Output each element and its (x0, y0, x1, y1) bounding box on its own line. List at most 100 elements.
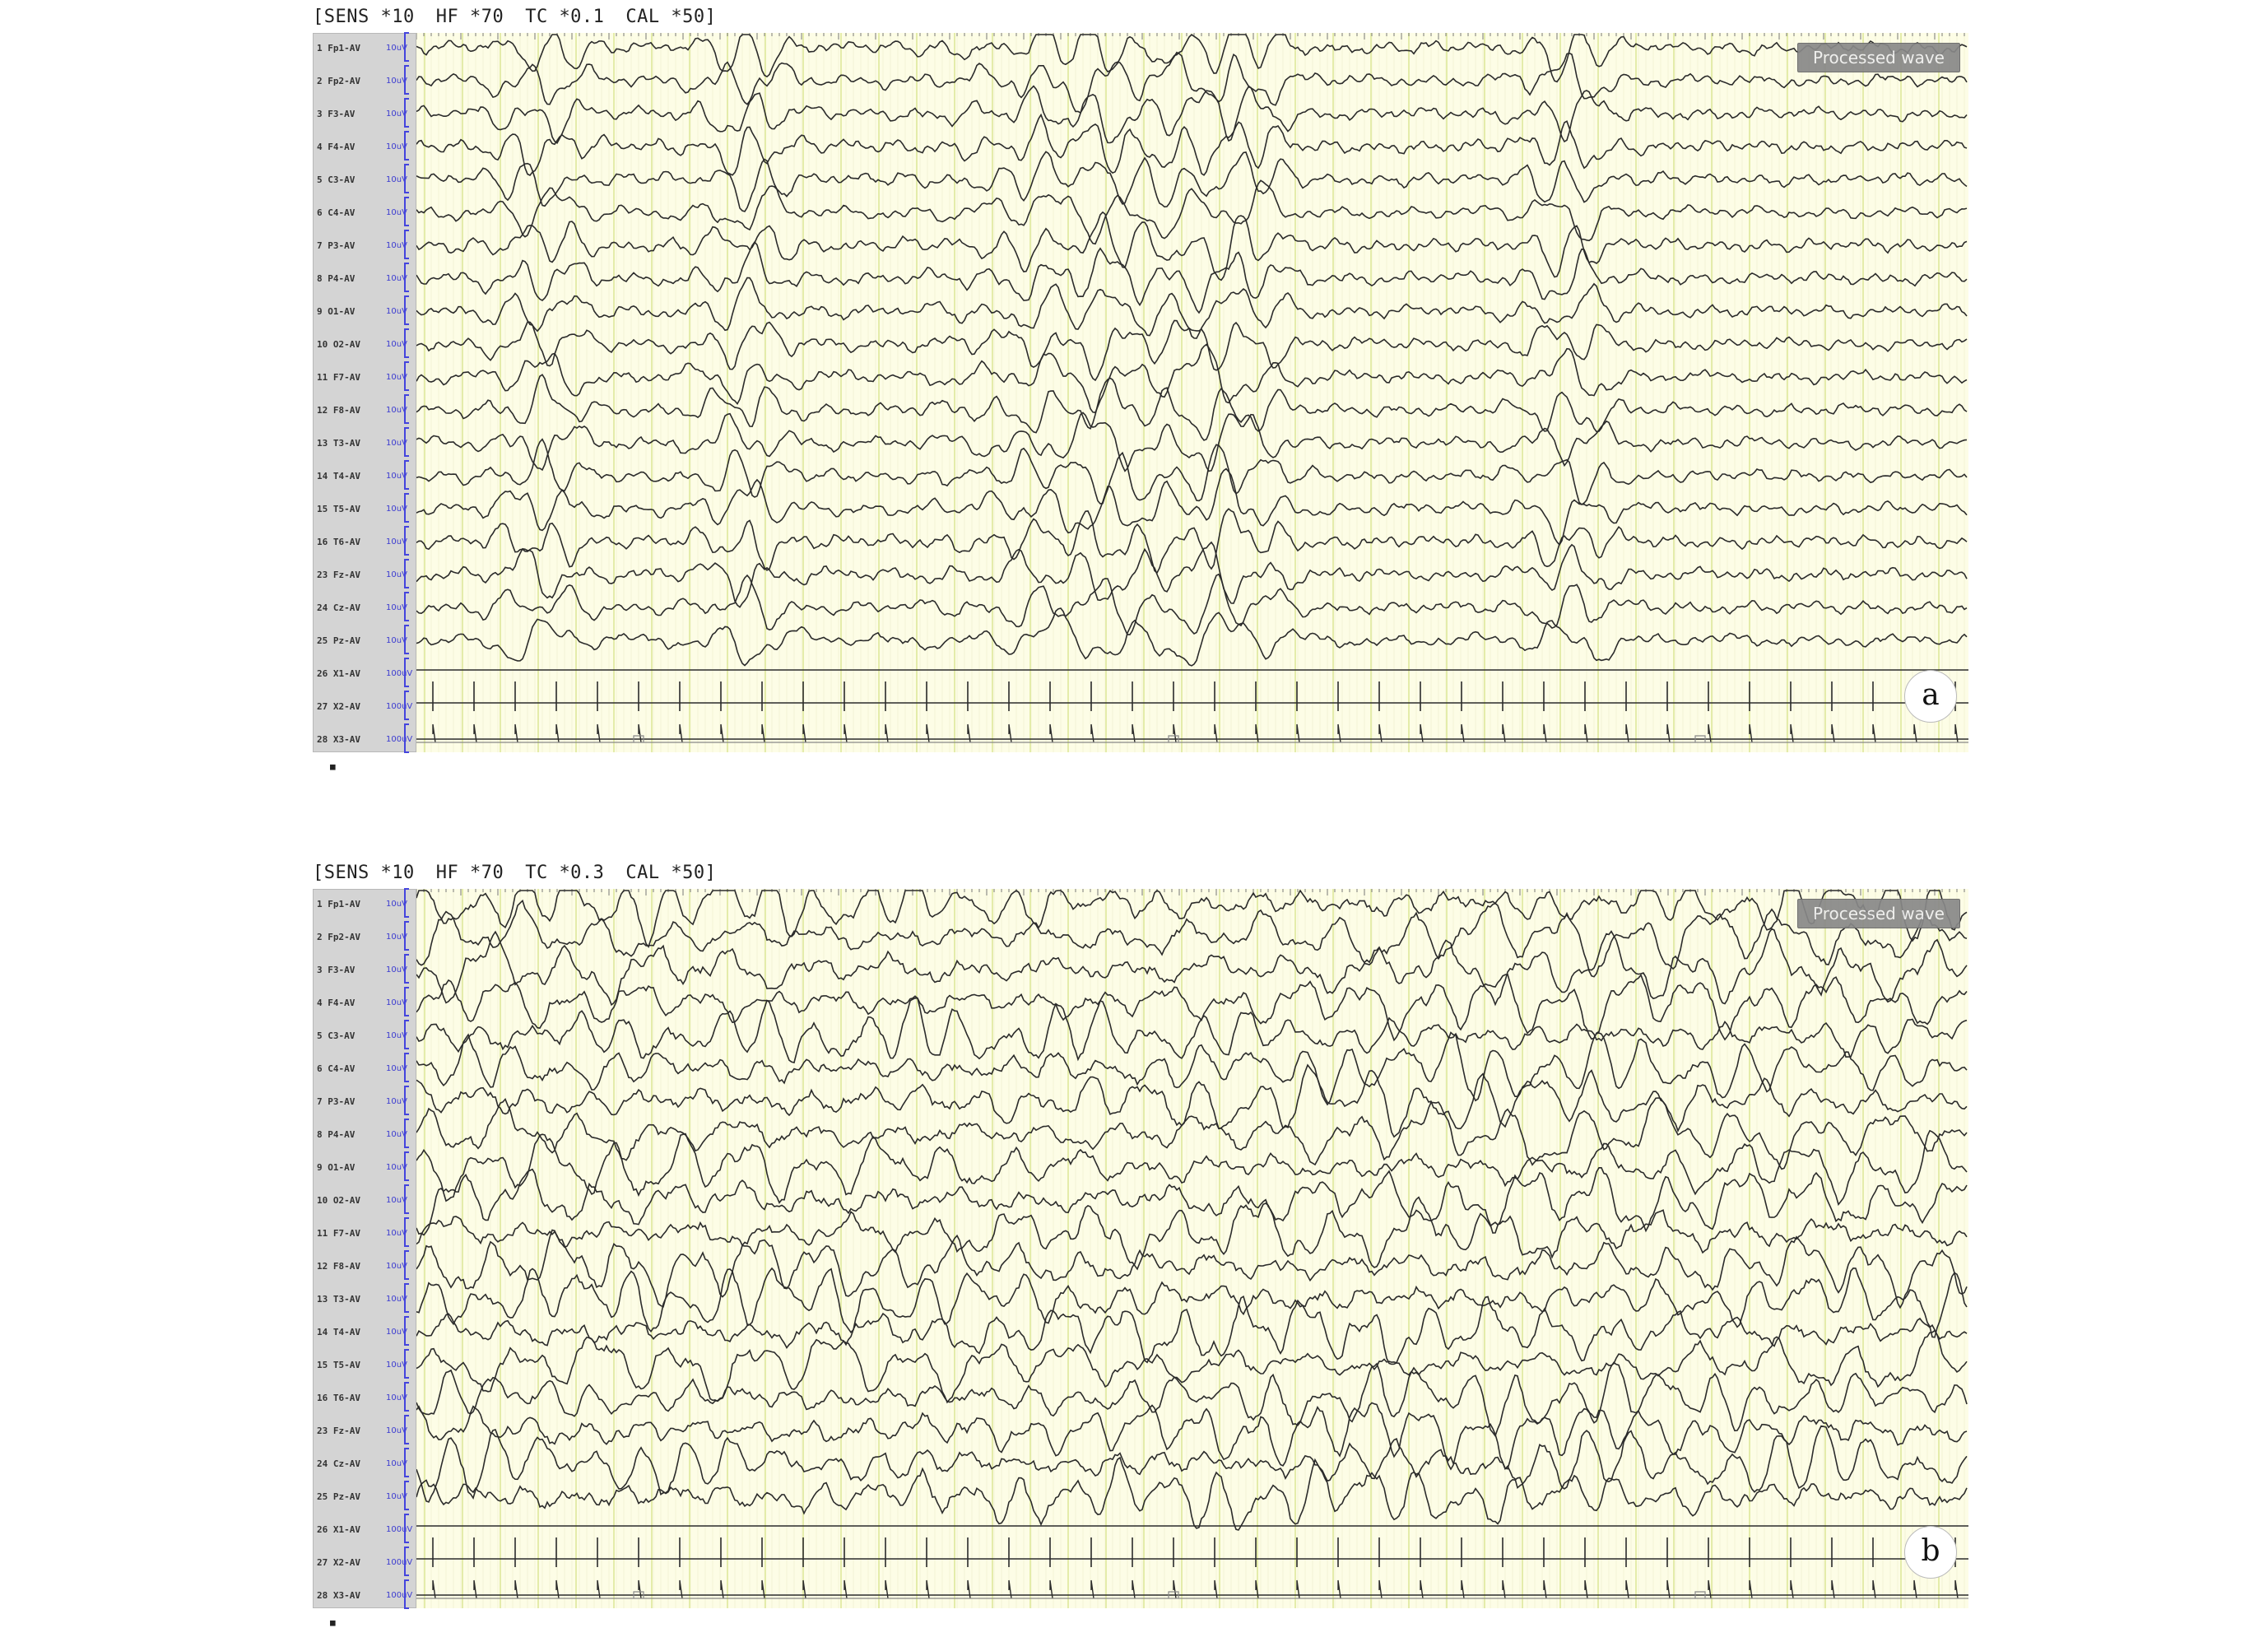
channel-row[interactable]: 1 Fp1-AV 10uV (314, 32, 417, 62)
calibration-bracket-icon (404, 1020, 409, 1049)
channel-row[interactable]: 8 P4-AV 10uV (314, 263, 417, 292)
calibration-bracket-icon (404, 131, 409, 160)
channel-label: 3 F3-AV (317, 109, 356, 119)
channel-row[interactable]: 26 X1-AV 100uV (314, 658, 417, 687)
channel-row[interactable]: 12 F8-AV 10uV (314, 394, 417, 424)
channel-label: 5 C3-AV (317, 174, 356, 185)
channel-row[interactable]: 2 Fp2-AV 10uV (314, 921, 417, 951)
channel-row[interactable]: 9 O1-AV 10uV (314, 295, 417, 325)
channel-label: 28 X3-AV (317, 1590, 360, 1601)
calibration-bracket-icon (404, 1349, 409, 1379)
channel-row[interactable]: 11 F7-AV 10uV (314, 1217, 417, 1247)
cal-setting[interactable]: CAL *50] (625, 7, 716, 27)
channel-row[interactable]: 4 F4-AV 10uV (314, 131, 417, 160)
channel-label: 10 O2-AV (317, 339, 360, 350)
channel-label: 8 P4-AV (317, 273, 356, 284)
calibration-bracket-icon (404, 1086, 409, 1115)
channel-row[interactable]: 14 T4-AV 10uV (314, 460, 417, 490)
calibration-bracket-icon (404, 1415, 409, 1444)
calibration-bracket-icon (404, 921, 409, 951)
channel-row[interactable]: 6 C4-AV 10uV (314, 197, 417, 226)
channel-label: 25 Pz-AV (317, 1491, 360, 1502)
channel-row[interactable]: 5 C3-AV 10uV (314, 1020, 417, 1049)
channel-row[interactable]: 13 T3-AV 10uV (314, 1283, 417, 1313)
recording-settings-bar: [SENS *10 HF *70 TC *0.1 CAL *50] (313, 5, 737, 30)
channel-row[interactable]: 13 T3-AV 10uV (314, 427, 417, 457)
channel-label: 14 T4-AV (317, 1327, 360, 1337)
calibration-bracket-icon (404, 1547, 409, 1576)
cal-setting[interactable]: CAL *50] (625, 863, 716, 883)
channel-label: 24 Cz-AV (317, 602, 360, 613)
channel-label: 6 C4-AV (317, 207, 356, 218)
panel-letter: a (1904, 670, 1957, 723)
eeg-waveform-plot[interactable] (416, 33, 1968, 752)
channel-row[interactable]: 3 F3-AV 10uV (314, 98, 417, 128)
channel-row[interactable]: 24 Cz-AV 10uV (314, 1448, 417, 1477)
processed-wave-badge[interactable]: Processed wave (1797, 43, 1960, 72)
calibration-bracket-icon (404, 1184, 409, 1214)
hf-setting[interactable]: HF *70 (436, 863, 504, 883)
channel-row[interactable]: 10 O2-AV 10uV (314, 1184, 417, 1214)
calibration-bracket-icon (404, 559, 409, 588)
calibration-bracket-icon (404, 295, 409, 325)
channel-row[interactable]: 8 P4-AV 10uV (314, 1119, 417, 1148)
channel-label: 23 Fz-AV (317, 570, 360, 580)
eeg-waveform-plot[interactable] (416, 889, 1968, 1608)
calibration-bracket-icon (404, 263, 409, 292)
channel-row[interactable]: 6 C4-AV 10uV (314, 1053, 417, 1082)
channel-row[interactable]: 28 X3-AV 100uV (314, 723, 417, 753)
channel-row[interactable]: 10 O2-AV 10uV (314, 328, 417, 358)
channel-row[interactable]: 11 F7-AV 10uV (314, 361, 417, 391)
calibration-bracket-icon (404, 1217, 409, 1247)
channel-row[interactable]: 25 Pz-AV 10uV (314, 625, 417, 654)
channel-label: 10 O2-AV (317, 1195, 360, 1206)
channel-row[interactable]: 27 X2-AV 100uV (314, 691, 417, 720)
channel-row[interactable]: 15 T5-AV 10uV (314, 1349, 417, 1379)
channel-label: 13 T3-AV (317, 438, 360, 449)
channel-label: 7 P3-AV (317, 240, 356, 251)
eeg-panel-b: [SENS *10 HF *70 TC *0.3 CAL *50] 1 Fp1-AV 1… (313, 861, 1985, 1628)
calibration-bracket-icon (404, 460, 409, 490)
channel-row[interactable]: 12 F8-AV 10uV (314, 1250, 417, 1280)
channel-row[interactable]: 27 X2-AV 100uV (314, 1547, 417, 1576)
channel-row[interactable]: 16 T6-AV 10uV (314, 526, 417, 556)
channel-row[interactable]: 7 P3-AV 10uV (314, 230, 417, 259)
channel-row[interactable]: 1 Fp1-AV 10uV (314, 888, 417, 918)
channel-row[interactable]: 9 O1-AV 10uV (314, 1151, 417, 1181)
channel-row[interactable]: 7 P3-AV 10uV (314, 1086, 417, 1115)
channel-label: 23 Fz-AV (317, 1426, 360, 1436)
channel-row[interactable]: 5 C3-AV 10uV (314, 164, 417, 193)
channel-row[interactable]: 3 F3-AV 10uV (314, 954, 417, 984)
hf-setting[interactable]: HF *70 (436, 7, 504, 27)
channel-row[interactable]: 4 F4-AV 10uV (314, 987, 417, 1016)
channel-label: 16 T6-AV (317, 537, 360, 547)
channel-row[interactable]: 24 Cz-AV 10uV (314, 592, 417, 621)
channel-row[interactable]: 2 Fp2-AV 10uV (314, 65, 417, 95)
channel-row[interactable]: 23 Fz-AV 10uV (314, 559, 417, 588)
recording-settings-bar: [SENS *10 HF *70 TC *0.3 CAL *50] (313, 861, 737, 886)
channel-label-column: 1 Fp1-AV 10uV 2 Fp2-AV 10uV 3 F3-AV 10uV 4 F4-… (313, 32, 417, 772)
calibration-bracket-icon (404, 1514, 409, 1543)
channel-label: 26 X1-AV (317, 1524, 360, 1535)
channel-label: 16 T6-AV (317, 1393, 360, 1403)
sens-setting[interactable]: [SENS *10 (313, 863, 415, 883)
channel-label: 15 T5-AV (317, 504, 360, 514)
channel-row[interactable]: 14 T4-AV 10uV (314, 1316, 417, 1346)
tc-setting[interactable]: TC *0.3 (525, 863, 604, 883)
channel-row[interactable]: 23 Fz-AV 10uV (314, 1415, 417, 1444)
channel-label: 14 T4-AV (317, 471, 360, 481)
channel-row[interactable]: 28 X3-AV 100uV (314, 1579, 417, 1609)
calibration-bracket-icon (404, 691, 409, 720)
sens-setting[interactable]: [SENS *10 (313, 7, 415, 27)
channel-row[interactable]: 26 X1-AV 100uV (314, 1514, 417, 1543)
tc-setting[interactable]: TC *0.1 (525, 7, 604, 27)
channel-label: 24 Cz-AV (317, 1458, 360, 1469)
calibration-bracket-icon (404, 361, 409, 391)
channel-label: 15 T5-AV (317, 1360, 360, 1370)
channel-row[interactable]: 16 T6-AV 10uV (314, 1382, 417, 1412)
channel-row[interactable]: 25 Pz-AV 10uV (314, 1481, 417, 1510)
channel-row[interactable]: 15 T5-AV 10uV (314, 493, 417, 523)
channel-label: 4 F4-AV (317, 142, 356, 152)
calibration-bracket-icon (404, 1053, 409, 1082)
processed-wave-badge[interactable]: Processed wave (1797, 899, 1960, 928)
